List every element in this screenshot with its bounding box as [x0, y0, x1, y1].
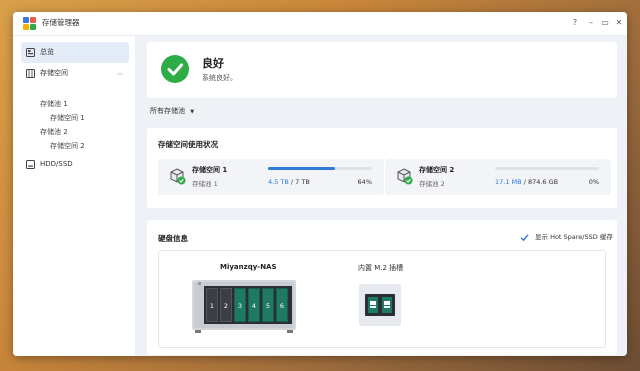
volume-capacity: 4.5 TB / 7 TB	[268, 178, 310, 186]
usage-progress-bar	[268, 167, 372, 170]
volume-used: 17.1 MB	[495, 178, 522, 186]
volume-item-2[interactable]: 存储空间 2 存储池 2 17.1 MB / 874.6 GB 0%	[385, 159, 611, 195]
sidebar-item-label: 存储空间	[40, 69, 68, 77]
sidebar-item-pool-1[interactable]: 存储池 1	[40, 98, 68, 110]
sidebar-item-label: HDD/SSD	[40, 160, 73, 168]
disk-info-card: 硬盘信息 显示 Hot Spare/SSD 缓存 Miyanzqy-NAS 内置…	[147, 220, 617, 355]
pool-filter-dropdown[interactable]: 所有存储池 ▼	[150, 106, 194, 116]
storage-manager-app-icon	[23, 17, 36, 30]
volume-percent: 0%	[588, 178, 599, 186]
volume-percent: 64%	[357, 178, 372, 186]
close-button[interactable]: ✕	[612, 16, 626, 30]
sidebar-item-pool-2[interactable]: 存储池 2	[40, 126, 68, 138]
sidebar-item-overview[interactable]: 总览	[21, 42, 129, 63]
drive-icon	[26, 160, 35, 169]
volume-total: / 7 TB	[290, 178, 310, 186]
volume-total: / 874.6 GB	[523, 178, 559, 186]
bay-number: 1	[209, 302, 215, 310]
bay-number: 3	[237, 302, 243, 310]
volume-ok-icon	[397, 168, 413, 185]
status-title: 良好	[202, 57, 224, 70]
sidebar-item-storage[interactable]: 存储空间 ︿	[21, 63, 129, 84]
drive-bay-4[interactable]: 4	[248, 288, 260, 322]
usage-progress-fill	[268, 167, 335, 170]
drive-bay-5[interactable]: 5	[262, 288, 274, 322]
disk-info-title: 硬盘信息	[158, 234, 188, 243]
sidebar-item-label: 总览	[40, 48, 54, 56]
drive-bay-3[interactable]: 3	[234, 288, 246, 322]
volume-pool: 存储池 1	[192, 180, 218, 188]
status-description: 系统良好。	[202, 74, 237, 82]
overview-icon	[26, 48, 35, 57]
bay-number: 5	[265, 302, 271, 310]
sidebar-item-volume-1[interactable]: 存储空间 1	[50, 112, 85, 124]
caret-down-icon: ▼	[190, 109, 195, 115]
usage-section-title: 存储空间使用状况	[158, 140, 218, 149]
drive-bay-2[interactable]: 2	[220, 288, 232, 322]
storage-manager-window: 存储管理器 ? – ▭ ✕ 总览 存储空间 ︿ 存储池 1 存储空间 1 存储池…	[13, 12, 627, 356]
pool-filter-label: 所有存储池	[150, 107, 185, 115]
volume-ok-icon	[170, 168, 186, 185]
bay-number: 4	[251, 302, 257, 310]
nas-name: Miyanzqy-NAS	[220, 263, 277, 271]
volume-name: 存储空间 2	[419, 166, 455, 174]
sidebar: 总览 存储空间 ︿ 存储池 1 存储空间 1 存储池 2 存储空间 2 HDD/…	[13, 36, 136, 356]
status-ok-icon	[161, 55, 189, 83]
main-content: 良好 系统良好。 所有存储池 ▼ 存储空间使用状况 存储空间 1 存储池 1 4…	[136, 36, 627, 356]
volume-name: 存储空间 1	[192, 166, 228, 174]
window-title: 存储管理器	[42, 18, 80, 27]
sidebar-item-volume-2[interactable]: 存储空间 2	[50, 140, 85, 152]
volume-used: 4.5 TB	[268, 178, 289, 186]
health-status-card: 良好 系统良好。	[147, 42, 617, 98]
drive-bay-6[interactable]: 6	[276, 288, 288, 322]
title-bar: 存储管理器 ? – ▭ ✕	[13, 12, 627, 36]
minimize-button[interactable]: –	[584, 16, 598, 30]
sidebar-item-hdd-ssd[interactable]: HDD/SSD	[21, 154, 129, 175]
drive-bay-slots: 1 2 3 4 5 6	[206, 288, 292, 322]
volume-capacity: 17.1 MB / 874.6 GB	[495, 178, 558, 186]
bay-number: 2	[223, 302, 229, 310]
checkmark-icon[interactable]	[520, 233, 529, 242]
drive-bay-1[interactable]: 1	[206, 288, 218, 322]
m2-ssd-icon[interactable]	[359, 284, 401, 326]
show-hotspare-checkbox-label[interactable]: 显示 Hot Spare/SSD 缓存	[535, 231, 613, 241]
disk-diagram-panel: Miyanzqy-NAS 内置 M.2 插槽 1 2 3 4 5 6	[158, 250, 606, 348]
help-button[interactable]: ?	[568, 16, 582, 30]
m2-slot-label: 内置 M.2 插槽	[358, 264, 404, 272]
maximize-button[interactable]: ▭	[598, 16, 612, 30]
m2-slot-diagram	[359, 284, 401, 326]
bay-number: 6	[279, 302, 285, 310]
volume-item-1[interactable]: 存储空间 1 存储池 1 4.5 TB / 7 TB 64%	[158, 159, 384, 195]
storage-icon	[26, 69, 35, 78]
usage-progress-bar	[495, 167, 599, 170]
volume-usage-card: 存储空间使用状况 存储空间 1 存储池 1 4.5 TB / 7 TB 64%	[147, 128, 617, 208]
volume-pool: 存储池 2	[419, 180, 445, 188]
chevron-up-icon[interactable]: ︿	[117, 63, 123, 84]
